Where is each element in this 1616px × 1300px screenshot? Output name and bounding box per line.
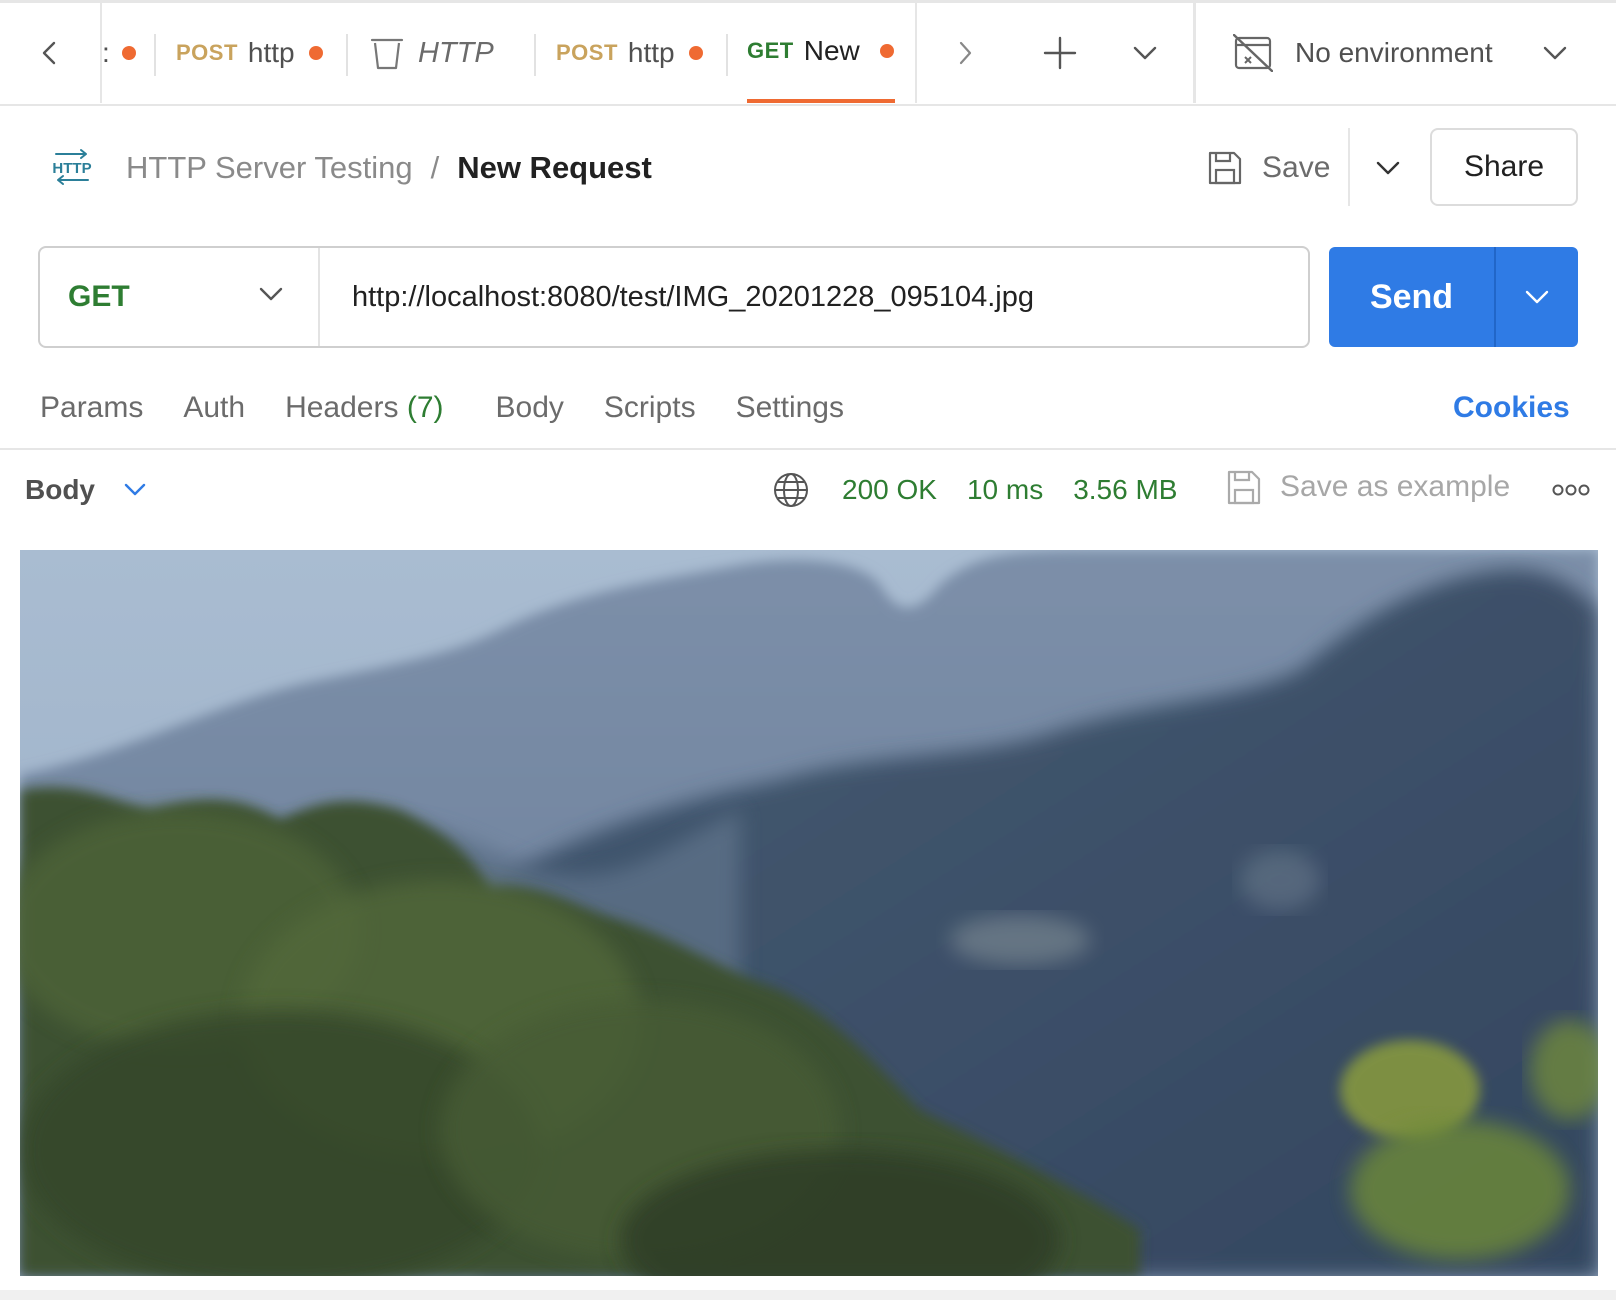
scroll-tabs-left-button[interactable] — [0, 3, 102, 103]
chevron-right-icon — [959, 41, 972, 65]
tab-method: POST — [176, 40, 238, 65]
scroll-tabs-right-button[interactable] — [935, 3, 995, 103]
breadcrumb-collection[interactable]: HTTP Server Testing — [126, 150, 413, 186]
tab-method: POST — [556, 40, 618, 65]
send-button[interactable]: Send — [1329, 247, 1496, 347]
save-options-button[interactable] — [1362, 140, 1414, 196]
request-tab-active[interactable]: GET New — [747, 3, 895, 103]
floppy-disk-icon — [1227, 470, 1261, 505]
save-divider — [1348, 128, 1350, 206]
response-body-label: Body — [25, 474, 95, 505]
chevron-down-icon — [124, 483, 146, 496]
method-value: GET — [68, 280, 130, 313]
request-title[interactable]: New Request — [457, 150, 652, 186]
landscape-photo — [20, 550, 1598, 1276]
save-as-example-label: Save as example — [1280, 470, 1511, 503]
globe-icon[interactable] — [772, 471, 810, 509]
response-meta: 200 OK 10 ms 3.56 MB — [772, 466, 1177, 514]
chevron-down-icon — [1376, 161, 1400, 175]
tab-name: New — [803, 35, 860, 66]
send-button-group: Send — [1329, 247, 1578, 347]
floppy-disk-icon — [1208, 151, 1242, 185]
request-tabs: Params Auth Headers (7) Body Scripts Set… — [40, 384, 884, 432]
request-tab[interactable]: POST http — [176, 3, 336, 103]
save-button[interactable]: Save — [1206, 140, 1330, 196]
chevron-left-icon — [42, 41, 56, 65]
tab-separator — [154, 34, 156, 76]
tab-headers[interactable]: Headers (7) — [285, 391, 443, 425]
tab-name: : — [102, 37, 110, 68]
tab-params[interactable]: Params — [40, 391, 143, 425]
send-options-button[interactable] — [1496, 247, 1578, 347]
tab-settings[interactable]: Settings — [736, 391, 844, 425]
response-image-preview — [20, 550, 1598, 1276]
tab-list-dropdown-button[interactable] — [1115, 3, 1175, 103]
response-status[interactable]: 200 OK — [842, 474, 937, 506]
method-select[interactable]: GET — [40, 248, 320, 346]
chevron-down-icon — [1543, 46, 1567, 60]
tab-separator — [346, 34, 348, 76]
tab-scripts[interactable]: Scripts — [604, 391, 696, 425]
tab-headers-label: Headers — [285, 391, 399, 424]
chevron-down-icon — [1525, 290, 1549, 304]
ellipsis-icon — [1552, 484, 1590, 496]
http-collection-icon: HTTP — [52, 149, 92, 185]
url-bar: GET http://localhost:8080/test/IMG_20201… — [38, 246, 1310, 348]
tab-name: http — [247, 37, 295, 68]
breadcrumb-separator: / — [430, 150, 440, 185]
svg-text:HTTP: HTTP — [52, 160, 91, 177]
share-button[interactable]: Share — [1430, 128, 1578, 206]
unsaved-dot-icon — [121, 46, 136, 60]
unsaved-dot-icon — [308, 46, 323, 60]
response-size[interactable]: 3.56 MB — [1073, 474, 1177, 506]
trash-icon — [370, 38, 404, 70]
tab-separator — [726, 34, 728, 76]
request-tab[interactable]: : — [102, 3, 150, 103]
request-tab[interactable]: POST http — [556, 3, 716, 103]
pane-divider[interactable] — [0, 448, 1616, 450]
headers-count-badge: (7) — [406, 391, 444, 424]
more-options-button[interactable] — [1552, 470, 1590, 510]
save-label: Save — [1262, 151, 1331, 184]
breadcrumb: HTTP HTTP Server Testing / New Request — [50, 140, 652, 196]
unsaved-dot-icon — [879, 44, 894, 58]
environment-label: No environment — [1295, 37, 1493, 68]
response-time[interactable]: 10 ms — [967, 474, 1043, 506]
response-view-select[interactable]: Body — [25, 466, 147, 514]
request-tab[interactable]: HTTP — [370, 3, 530, 103]
tab-auth[interactable]: Auth — [183, 391, 245, 425]
unsaved-dot-icon — [688, 46, 703, 60]
new-tab-button[interactable] — [1030, 3, 1090, 103]
tab-separator — [534, 34, 536, 76]
tab-name: HTTP — [418, 36, 494, 69]
save-as-example-button[interactable]: Save as example — [1226, 463, 1510, 511]
url-input[interactable]: http://localhost:8080/test/IMG_20201228_… — [320, 281, 1034, 314]
tab-name: http — [627, 37, 675, 68]
chevron-down-icon — [259, 287, 283, 301]
tab-method: GET — [747, 38, 794, 63]
no-environment-icon — [1233, 34, 1273, 72]
chevron-down-icon — [1133, 46, 1157, 60]
cookies-link[interactable]: Cookies — [1453, 384, 1570, 432]
bottom-border — [0, 1290, 1616, 1300]
plus-icon — [1043, 36, 1077, 70]
environment-selector[interactable]: No environment — [1196, 3, 1616, 103]
tab-body[interactable]: Body — [496, 391, 564, 425]
